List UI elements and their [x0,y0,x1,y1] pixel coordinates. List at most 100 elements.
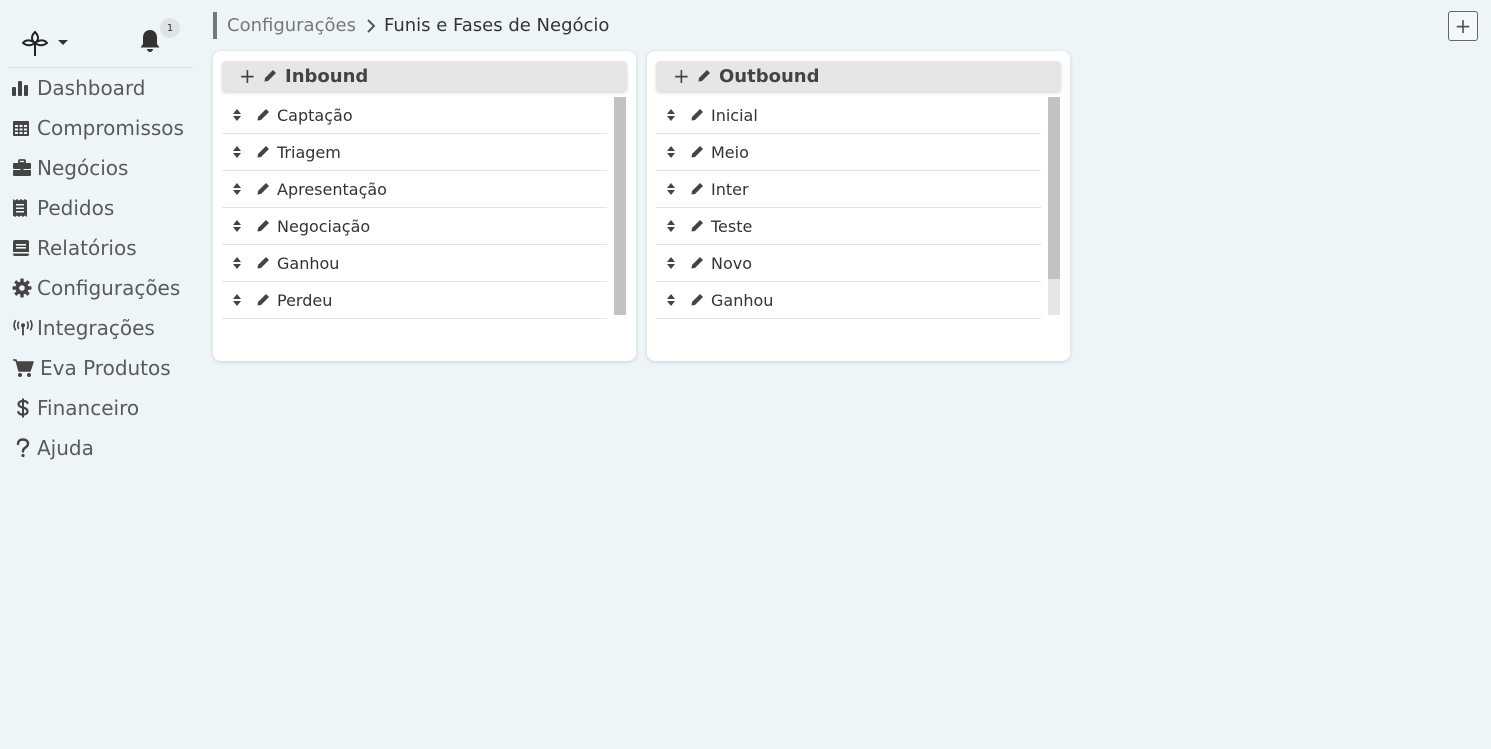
add-stage-button[interactable]: + [239,64,256,88]
pencil-icon[interactable] [256,293,270,307]
scrollbar-thumb[interactable] [1048,97,1060,279]
sidebar-item-label: Dashboard [37,76,146,100]
stage-name: Apresentação [277,179,387,199]
pencil-icon[interactable] [256,108,270,122]
pencil-icon[interactable] [256,145,270,159]
stage-name: Novo [711,253,753,273]
sidebar-item-label: Negócios [37,156,129,180]
stage-list: Captação Triagem Apresentação Negociação [222,97,627,365]
breadcrumb: Configurações Funis e Fases de Negócio [213,12,609,39]
sidebar-item-label: Integrações [37,316,155,340]
broadcast-icon [12,318,34,338]
drag-handle-icon[interactable] [232,219,242,233]
cart-icon [12,358,37,378]
pencil-icon[interactable] [690,256,704,270]
funnel-header: + Outbound [656,61,1061,91]
stage-name: Inicial [711,105,758,125]
stage-name: Ganhou [711,290,774,310]
stage-name: Ganhou [277,253,340,273]
stage-row[interactable]: Captação [222,97,607,134]
funnel-header: + Inbound [222,61,627,91]
stage-row[interactable]: Triagem [222,134,607,171]
drag-handle-icon[interactable] [666,182,676,196]
sidebar-item-label: Relatórios [37,236,137,260]
sidebar-nav: Dashboard Compromissos Negócios Pedidos … [12,68,200,468]
stage-row[interactable]: Apresentação [222,171,607,208]
sidebar-item-label: Configurações [37,276,181,300]
drag-handle-icon[interactable] [666,256,676,270]
sidebar-item-dashboard[interactable]: Dashboard [12,68,200,108]
pencil-icon[interactable] [697,69,711,83]
sidebar-item-financeiro[interactable]: Financeiro [12,388,200,428]
pencil-icon[interactable] [256,182,270,196]
stage-name: Triagem [277,142,341,162]
stage-row[interactable]: Ganhou [222,245,607,282]
pencil-icon[interactable] [690,219,704,233]
question-icon [12,438,34,458]
drag-handle-icon[interactable] [666,108,676,122]
bar-chart-icon [12,78,34,98]
sidebar-item-label: Financeiro [37,396,140,420]
main-content: Configurações Funis e Fases de Negócio +… [213,0,1491,749]
breadcrumb-link-configuracoes[interactable]: Configurações [227,15,356,36]
sidebar-item-relatorios[interactable]: Relatórios [12,228,200,268]
logo-icon[interactable] [20,28,50,58]
stage-row[interactable]: Novo [656,245,1041,282]
sidebar-item-label: Pedidos [37,196,115,220]
sidebar-item-compromissos[interactable]: Compromissos [12,108,200,148]
sidebar-item-configuracoes[interactable]: Configurações [12,268,200,308]
pencil-icon[interactable] [263,69,277,83]
page-title: Funis e Fases de Negócio [383,15,610,36]
add-stage-button[interactable]: + [673,64,690,88]
drag-handle-icon[interactable] [666,145,676,159]
drag-handle-icon[interactable] [232,108,242,122]
stage-row[interactable]: Meio [656,134,1041,171]
funnel-card-outbound: + Outbound Inicial Meio Inter Teste Novo… [647,51,1070,361]
sidebar: 1 Dashboard Compromissos Negócios Pedido… [0,0,200,749]
gear-icon [12,278,34,298]
stage-name: Captação [277,105,353,125]
stage-name: Meio [711,142,749,162]
chevron-down-icon[interactable] [58,40,68,45]
receipt-icon [12,198,34,218]
stage-row[interactable]: Perdeu [222,282,607,319]
sidebar-item-integracoes[interactable]: Integrações [12,308,200,348]
stage-name: Inter [711,179,749,199]
sidebar-header: 1 [8,14,193,68]
scrollbar-thumb[interactable] [614,97,626,315]
stage-row[interactable]: Teste [656,208,1041,245]
sidebar-item-eva-produtos[interactable]: Eva Produtos [12,348,200,388]
calendar-icon [12,118,34,138]
stage-list: Inicial Meio Inter Teste Novo Ganhou [656,97,1061,365]
sidebar-item-label: Eva Produtos [40,356,171,380]
pencil-icon[interactable] [256,219,270,233]
stage-name: Negociação [277,216,371,236]
pencil-icon[interactable] [690,293,704,307]
stage-name: Perdeu [277,290,333,310]
funnel-card-inbound: + Inbound Captação Triagem Apresentação [213,51,636,361]
add-funnel-button[interactable]: + [1448,11,1478,41]
stage-row[interactable]: Ganhou [656,282,1041,319]
pencil-icon[interactable] [690,145,704,159]
sidebar-item-pedidos[interactable]: Pedidos [12,188,200,228]
stage-row[interactable]: Inter [656,171,1041,208]
sidebar-item-label: Compromissos [37,116,184,140]
sidebar-item-negocios[interactable]: Negócios [12,148,200,188]
drag-handle-icon[interactable] [232,293,242,307]
drag-handle-icon[interactable] [232,145,242,159]
stage-name: Teste [711,216,753,236]
drag-handle-icon[interactable] [666,219,676,233]
drag-handle-icon[interactable] [232,182,242,196]
pencil-icon[interactable] [690,182,704,196]
chevron-right-icon [366,18,376,34]
dollar-icon [12,398,34,418]
book-icon [12,238,34,258]
stage-row[interactable]: Inicial [656,97,1041,134]
bell-icon[interactable] [138,28,162,54]
pencil-icon[interactable] [690,108,704,122]
drag-handle-icon[interactable] [232,256,242,270]
drag-handle-icon[interactable] [666,293,676,307]
pencil-icon[interactable] [256,256,270,270]
sidebar-item-ajuda[interactable]: Ajuda [12,428,200,468]
stage-row[interactable]: Negociação [222,208,607,245]
